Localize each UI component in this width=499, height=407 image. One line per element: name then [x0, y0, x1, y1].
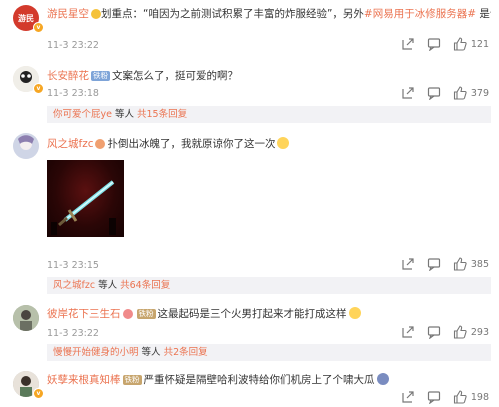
- smile-emoji-icon: [277, 137, 290, 149]
- username[interactable]: 妖孽来根真知棒: [47, 374, 121, 386]
- emoji-icon: [91, 9, 101, 19]
- comment-body: 严重怀疑是隔壁哈利波特给你们机房上了个啸大瓜: [143, 374, 375, 386]
- share-icon[interactable]: [401, 390, 415, 404]
- like-button[interactable]: 385: [453, 257, 489, 271]
- verified-badge-icon: v: [33, 22, 44, 33]
- topic-link[interactable]: #网易用于冰修服务器#: [364, 8, 476, 20]
- like-count: 379: [470, 87, 489, 99]
- timestamp: 11-3 23:15: [47, 260, 99, 271]
- avatar-image: [13, 133, 39, 159]
- comment-text: 游民星空 划重点：“咱因为之前测试积累了丰富的炸服经验”，另外#网易用于冰修服务器…: [47, 7, 491, 21]
- smile-emoji-icon: [348, 307, 361, 319]
- comment-body-suffix: 是认真的吗: [479, 8, 491, 20]
- comment-body: 文案怎么了，挺可爱的啊？: [112, 70, 238, 82]
- share-icon[interactable]: [401, 257, 415, 271]
- share-icon[interactable]: [401, 325, 415, 339]
- avatar-image: [13, 305, 39, 331]
- share-icon[interactable]: [401, 86, 415, 100]
- reply-mid-text: 等人: [111, 109, 138, 120]
- like-button[interactable]: 198: [453, 390, 489, 404]
- comment-feed: 游民 v 游民星空 划重点：“咱因为之前测试积累了丰富的炸服经验”，另外#网易用于…: [0, 0, 499, 407]
- avatar[interactable]: [13, 133, 39, 159]
- reply-summary[interactable]: 慢慢开始健身的小明 等人 共2条回复: [47, 344, 491, 361]
- reply-username[interactable]: 慢慢开始健身的小明: [53, 347, 139, 358]
- comment-text: 风之城fzc 扑倒出冰魄了，我就原谅你了这一次: [47, 137, 491, 151]
- comment-body: 这最起码是三个火男打起来才能打成这样: [157, 308, 347, 320]
- reply-count-link[interactable]: 共2条回复: [164, 347, 208, 358]
- comment-image[interactable]: [47, 160, 124, 237]
- like-icon: [453, 86, 467, 100]
- avatar[interactable]: [13, 305, 39, 331]
- comment-actions: 379: [401, 86, 489, 100]
- comment-item: 风之城fzc 扑倒出冰魄了，我就原谅你了这一次 11-3 23:15 385 风之…: [0, 132, 499, 296]
- fan-badge: 铁粉: [91, 71, 110, 81]
- comment-icon[interactable]: [427, 37, 441, 51]
- comment-text: 长安醉花 铁粉 文案怎么了，挺可爱的啊？: [47, 69, 491, 83]
- like-count: 198: [470, 391, 489, 403]
- reply-mid-text: 等人: [95, 280, 121, 291]
- comment-actions: 385: [401, 257, 489, 271]
- reply-count-link[interactable]: 共15条回复: [137, 109, 187, 120]
- like-button[interactable]: 379: [453, 86, 489, 100]
- reply-summary[interactable]: 你可爱个屁ye 等人 共15条回复: [47, 106, 491, 123]
- like-button[interactable]: 121: [453, 37, 489, 51]
- comment-body: 划重点：“咱因为之前测试积累了丰富的炸服经验”，另外: [101, 8, 364, 20]
- like-button[interactable]: 293: [453, 325, 489, 339]
- verified-badge-icon: v: [33, 388, 44, 399]
- comment-item: 彼岸花下三生石 铁粉 这最起码是三个火男打起来才能打成这样 11-3 23:22 2…: [0, 304, 499, 364]
- fan-badge: 铁粉: [122, 375, 142, 385]
- comment-text: 妖孽来根真知棒 铁粉 严重怀疑是隔壁哈利波特给你们机房上了个啸大瓜: [47, 373, 491, 387]
- comment-actions: 121: [401, 37, 489, 51]
- verified-badge-icon: v: [33, 83, 44, 94]
- comment-item: v 长安醉花 铁粉 文案怎么了，挺可爱的啊？ 11-3 23:18 379 你可爱个…: [0, 62, 499, 124]
- like-count: 293: [470, 326, 489, 338]
- emoji-icon: [122, 309, 133, 319]
- comment-item: 游民 v 游民星空 划重点：“咱因为之前测试积累了丰富的炸服经验”，另外#网易用于…: [0, 0, 499, 58]
- comment-actions: 293: [401, 325, 489, 339]
- comment-icon[interactable]: [427, 86, 441, 100]
- emoji-icon: [376, 373, 389, 385]
- reply-count-link[interactable]: 共64条回复: [120, 280, 170, 291]
- comment-icon[interactable]: [427, 390, 441, 404]
- reply-mid-text: 等人: [138, 347, 164, 358]
- comment-actions: 198: [401, 390, 489, 404]
- like-icon: [453, 257, 467, 271]
- timestamp: 11-3 23:22: [47, 328, 99, 339]
- like-icon: [453, 390, 467, 404]
- emoji-icon: [95, 139, 106, 149]
- reply-summary[interactable]: 风之城fzc 等人 共64条回复: [47, 277, 491, 294]
- like-count: 385: [470, 258, 489, 270]
- username[interactable]: 游民星空: [47, 8, 89, 20]
- avatar-logo-text: 游民: [18, 13, 34, 23]
- sword-image: [51, 180, 116, 235]
- comment-icon[interactable]: [427, 257, 441, 271]
- like-icon: [453, 37, 467, 51]
- share-icon[interactable]: [401, 37, 415, 51]
- comment-item: v 妖孽来根真知棒 铁粉 严重怀疑是隔壁哈利波特给你们机房上了个啸大瓜 198: [0, 370, 499, 407]
- timestamp: 11-3 23:18: [47, 88, 99, 99]
- like-icon: [453, 325, 467, 339]
- reply-username[interactable]: 你可爱个屁ye: [53, 109, 112, 120]
- comment-text: 彼岸花下三生石 铁粉 这最起码是三个火男打起来才能打成这样: [47, 307, 491, 321]
- comment-icon[interactable]: [427, 325, 441, 339]
- reply-username[interactable]: 风之城fzc: [53, 280, 95, 291]
- timestamp: 11-3 23:22: [47, 40, 99, 51]
- username[interactable]: 风之城fzc: [47, 138, 93, 150]
- username[interactable]: 长安醉花: [47, 70, 89, 82]
- username[interactable]: 彼岸花下三生石: [47, 308, 121, 320]
- comment-body: 扑倒出冰魄了，我就原谅你了这一次: [107, 138, 276, 150]
- fan-badge: 铁粉: [136, 309, 156, 319]
- like-count: 121: [470, 38, 489, 50]
